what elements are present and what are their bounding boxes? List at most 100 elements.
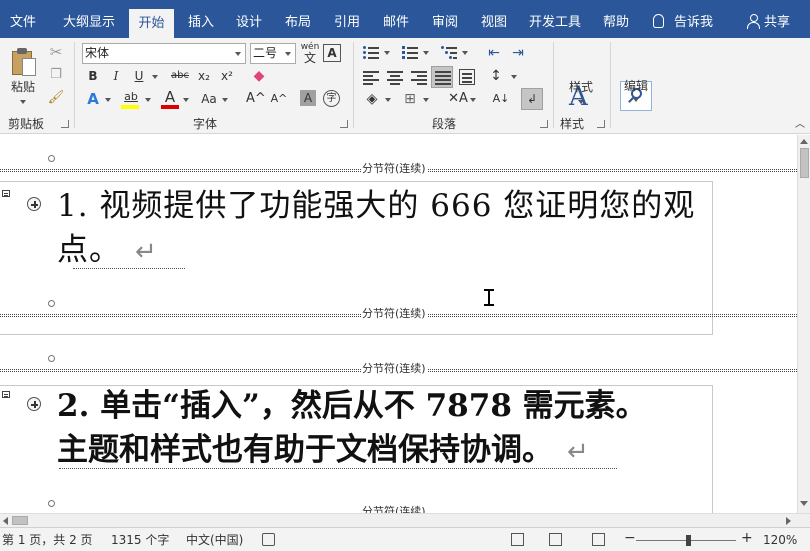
vertical-scrollbar[interactable] [797, 135, 810, 513]
underline-button[interactable]: U [130, 66, 148, 86]
change-case-dropdown-icon[interactable] [222, 98, 228, 102]
italic-button[interactable]: I [107, 66, 125, 86]
increase-indent-icon[interactable]: ⇥ [508, 43, 528, 63]
editing-dropdown-icon[interactable] [633, 98, 639, 102]
expand-plus-icon[interactable] [27, 397, 41, 411]
clear-formatting-icon[interactable]: ◆ [250, 66, 268, 86]
tab-home[interactable]: 开始 [129, 9, 174, 38]
font-launcher-icon[interactable] [340, 120, 348, 128]
tab-references[interactable]: 引用 [326, 8, 368, 38]
clipboard-launcher-icon[interactable] [61, 120, 69, 128]
copy-icon[interactable]: ❐ [46, 65, 66, 85]
web-layout-icon[interactable] [592, 533, 605, 546]
strikethrough-button[interactable]: abc [168, 66, 192, 86]
shrink-font-button[interactable]: A^ [270, 89, 288, 109]
char-shading-button[interactable]: A [300, 90, 316, 106]
vertical-scroll-thumb[interactable] [800, 148, 809, 178]
borders-dropdown-icon[interactable] [423, 98, 429, 102]
scroll-up-icon[interactable] [800, 139, 808, 144]
char-border-button[interactable]: A [323, 44, 341, 62]
align-right-icon[interactable] [411, 71, 427, 85]
tab-help[interactable]: 帮助 [595, 8, 637, 38]
print-layout-icon[interactable] [549, 533, 562, 546]
scroll-left-icon[interactable] [3, 517, 8, 525]
word-count[interactable]: 1315 个字 [111, 533, 169, 547]
zoom-out-button[interactable]: − [624, 531, 636, 545]
font-color-dropdown-icon[interactable] [183, 98, 189, 102]
text-effects-dropdown-icon[interactable] [105, 98, 111, 102]
cut-icon[interactable]: ✂ [46, 42, 66, 62]
borders-icon[interactable]: ⊞ [401, 89, 419, 109]
subscript-button[interactable]: x₂ [195, 66, 213, 86]
expand-plus-icon[interactable] [27, 197, 41, 211]
font-size-combo[interactable]: 二号 [250, 43, 296, 64]
asian-layout-dropdown-icon[interactable] [470, 98, 476, 102]
tab-design[interactable]: 设计 [228, 8, 270, 38]
paste-button[interactable] [10, 46, 36, 76]
paste-dropdown-icon[interactable] [20, 100, 26, 104]
align-left-icon[interactable] [363, 71, 379, 85]
content-control-handle-icon[interactable] [2, 190, 10, 197]
bullets-icon[interactable] [363, 46, 379, 60]
styles-launcher-icon[interactable] [597, 120, 605, 128]
line-spacing-dropdown-icon[interactable] [511, 75, 517, 79]
scroll-down-icon[interactable] [800, 501, 808, 506]
line-spacing-icon[interactable]: ↕ [487, 66, 505, 86]
horizontal-scrollbar[interactable] [0, 513, 810, 527]
tab-file[interactable]: 文件 [2, 8, 44, 38]
phonetic-guide-bottom[interactable]: 文 [300, 51, 320, 65]
language-indicator[interactable]: 中文(中国) [186, 533, 243, 547]
paragraph-2-line-1: 2. 单击“插入”，然后从不 7878 需元素。 [57, 388, 647, 424]
collapse-ribbon-icon[interactable]: ︿ [793, 115, 807, 135]
decrease-indent-icon[interactable]: ⇤ [484, 43, 504, 63]
horizontal-scroll-thumb[interactable] [12, 516, 28, 525]
distributed-align-icon[interactable] [459, 69, 475, 85]
tab-review[interactable]: 审阅 [424, 8, 466, 38]
paragraph-1-line-2-text: 点。 [57, 232, 121, 268]
shading-icon[interactable]: ◈ [363, 89, 381, 109]
styles-dropdown-icon[interactable] [578, 100, 584, 104]
tell-me-search[interactable]: 告诉我 [653, 8, 713, 38]
paragraph-launcher-icon[interactable] [540, 120, 548, 128]
zoom-slider-thumb[interactable] [686, 535, 691, 546]
numbering-icon[interactable] [402, 46, 418, 60]
highlight-button[interactable]: ab [121, 87, 141, 107]
sort-icon[interactable]: A↓ [491, 89, 511, 109]
macro-record-icon[interactable] [262, 533, 275, 546]
shading-dropdown-icon[interactable] [385, 98, 391, 102]
change-case-button[interactable]: Aa [198, 89, 220, 109]
tab-insert[interactable]: 插入 [180, 8, 222, 38]
bullets-dropdown-icon[interactable] [384, 51, 390, 55]
font-name-combo[interactable]: 宋体 [82, 43, 246, 64]
content-control-handle-icon[interactable] [2, 391, 10, 398]
tab-developer[interactable]: 开发工具 [524, 8, 586, 38]
numbering-dropdown-icon[interactable] [423, 51, 429, 55]
show-marks-button[interactable]: ↲ [521, 88, 543, 110]
tab-layout[interactable]: 布局 [277, 8, 319, 38]
multilevel-list-icon[interactable] [441, 46, 457, 60]
enclose-chars-button[interactable]: 字 [323, 90, 340, 107]
scroll-right-icon[interactable] [786, 517, 791, 525]
grow-font-button[interactable]: A^ [246, 89, 266, 109]
document-area[interactable]: 分节符(连续) 1. 视频提供了功能强大的 666 您证明您的观 点。 ↵ 分节符… [0, 135, 797, 513]
zoom-level[interactable]: 120% [763, 533, 797, 547]
asian-layout-icon[interactable]: ✕A [447, 89, 469, 109]
align-center-icon[interactable] [387, 71, 403, 85]
highlight-dropdown-icon[interactable] [145, 98, 151, 102]
format-painter-icon[interactable]: 🖌 [46, 88, 66, 108]
zoom-in-button[interactable]: + [741, 531, 753, 545]
read-mode-icon[interactable] [511, 533, 524, 546]
superscript-button[interactable]: x² [218, 66, 236, 86]
justify-button[interactable] [431, 66, 453, 88]
multilevel-dropdown-icon[interactable] [462, 51, 468, 55]
tab-mailings[interactable]: 邮件 [375, 8, 417, 38]
styles-button-label[interactable]: 样式 [562, 77, 600, 97]
bold-button[interactable]: B [84, 66, 102, 86]
page-count[interactable]: 第 1 页，共 2 页 [2, 533, 93, 547]
tab-view[interactable]: 视图 [473, 8, 515, 38]
text-effects-button[interactable]: A [84, 89, 102, 109]
underline-dropdown-icon[interactable] [152, 75, 158, 79]
font-color-button[interactable]: A [161, 87, 179, 107]
share-button[interactable]: 共享 [747, 8, 790, 38]
tab-outline[interactable]: 大纲显示 [56, 8, 122, 38]
